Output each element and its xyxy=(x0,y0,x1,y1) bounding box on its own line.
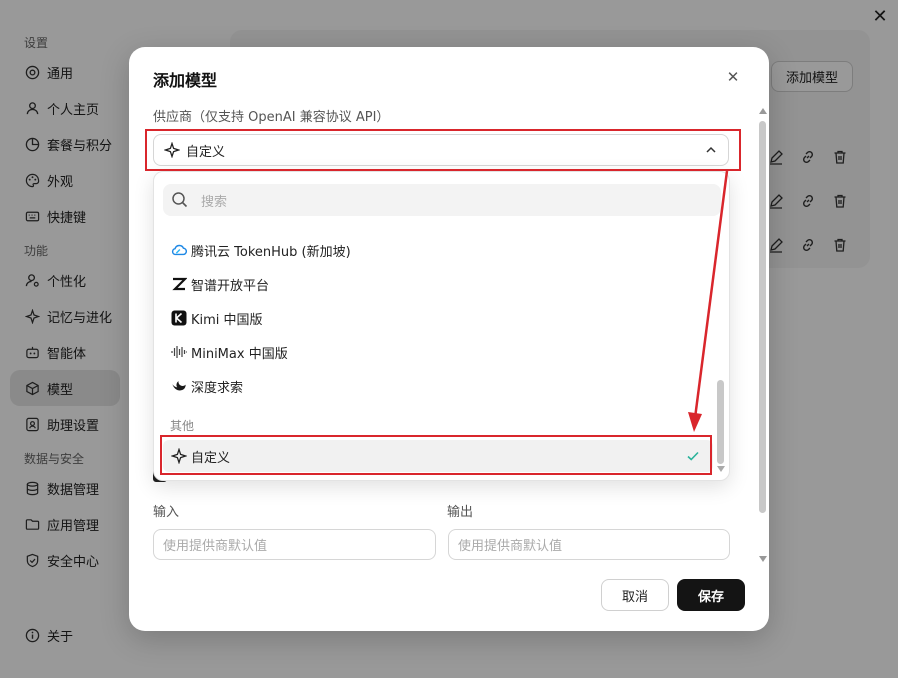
settings-window: 设置 通用 个人主页 套餐与积分 外观 快捷键 功能 个性化 记忆与进化 智能体… xyxy=(0,0,898,678)
annotation-arrow-icon xyxy=(688,170,729,432)
